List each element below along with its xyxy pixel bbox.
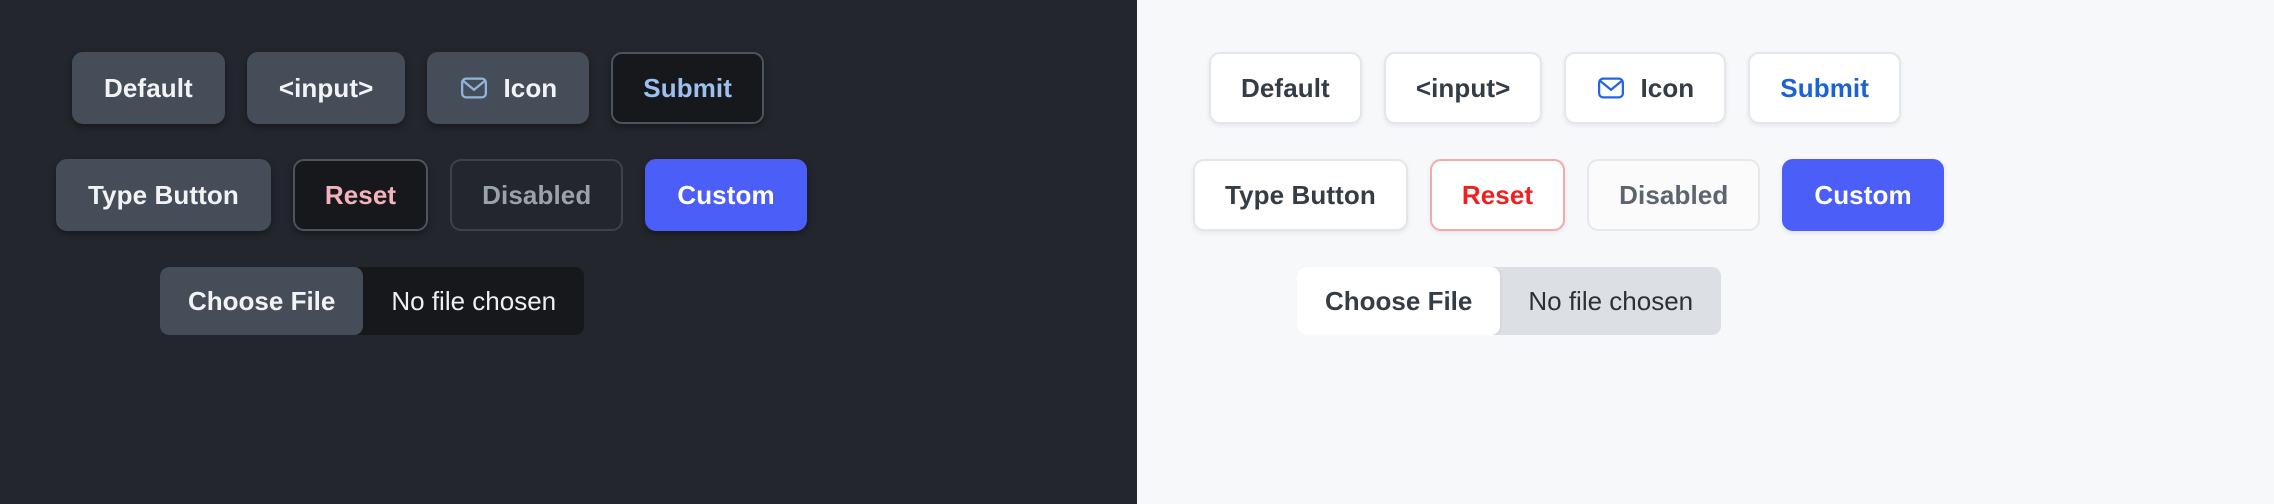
default-button[interactable]: Default <box>1209 52 1362 124</box>
submit-button[interactable]: Submit <box>1748 52 1902 124</box>
custom-button-label: Custom <box>1814 180 1912 210</box>
file-status-label: No file chosen <box>1528 286 1694 316</box>
file-status-text: No file chosen <box>1500 267 1721 335</box>
reset-button-label: Reset <box>324 180 397 210</box>
choose-file-label: Choose File <box>188 286 336 316</box>
envelope-icon <box>459 73 489 103</box>
type-button[interactable]: Type Button <box>1193 159 1408 231</box>
choose-file-label: Choose File <box>1325 286 1473 316</box>
custom-button[interactable]: Custom <box>1782 159 1944 231</box>
input-button-label: <input> <box>278 73 374 103</box>
disabled-button: Disabled <box>450 159 624 231</box>
reset-button-label: Reset <box>1461 180 1534 210</box>
custom-button-label: Custom <box>677 180 775 210</box>
envelope-icon <box>1596 73 1626 103</box>
light-theme-panel: Default <input> Icon Submit Type Button … <box>1137 0 2274 504</box>
type-button-label: Type Button <box>88 180 239 210</box>
reset-button[interactable]: Reset <box>1429 159 1566 231</box>
default-button-label: Default <box>104 73 193 103</box>
icon-button-label: Icon <box>1640 73 1695 103</box>
choose-file-button[interactable]: Choose File <box>160 267 364 335</box>
dark-file-input-row: Choose File No file chosen <box>0 267 1137 335</box>
choose-file-button[interactable]: Choose File <box>1297 267 1501 335</box>
icon-button-label: Icon <box>503 73 558 103</box>
input-button-label: <input> <box>1415 73 1511 103</box>
custom-button[interactable]: Custom <box>645 159 807 231</box>
file-status-text: No file chosen <box>363 267 584 335</box>
file-input-control[interactable]: Choose File No file chosen <box>160 267 585 335</box>
disabled-button: Disabled <box>1587 159 1761 231</box>
input-button[interactable]: <input> <box>246 52 406 124</box>
disabled-button-label: Disabled <box>482 180 592 210</box>
type-button-label: Type Button <box>1225 180 1376 210</box>
dark-button-row-2: Type Button Reset Disabled Custom <box>0 159 1137 231</box>
light-button-row-2: Type Button Reset Disabled Custom <box>1137 159 2274 231</box>
input-button[interactable]: <input> <box>1383 52 1543 124</box>
icon-button[interactable]: Icon <box>1564 52 1727 124</box>
disabled-button-label: Disabled <box>1619 180 1729 210</box>
file-status-label: No file chosen <box>391 286 557 316</box>
reset-button[interactable]: Reset <box>292 159 429 231</box>
default-button[interactable]: Default <box>72 52 225 124</box>
submit-button-label: Submit <box>1780 73 1870 103</box>
button-showcase: Default <input> Icon Submit Type Button … <box>0 0 2274 504</box>
light-button-row-1: Default <input> Icon Submit <box>592 52 2274 124</box>
file-input-control[interactable]: Choose File No file chosen <box>1297 267 1722 335</box>
icon-button[interactable]: Icon <box>427 52 590 124</box>
type-button[interactable]: Type Button <box>56 159 271 231</box>
light-file-input-row: Choose File No file chosen <box>1137 267 2274 335</box>
default-button-label: Default <box>1241 73 1330 103</box>
